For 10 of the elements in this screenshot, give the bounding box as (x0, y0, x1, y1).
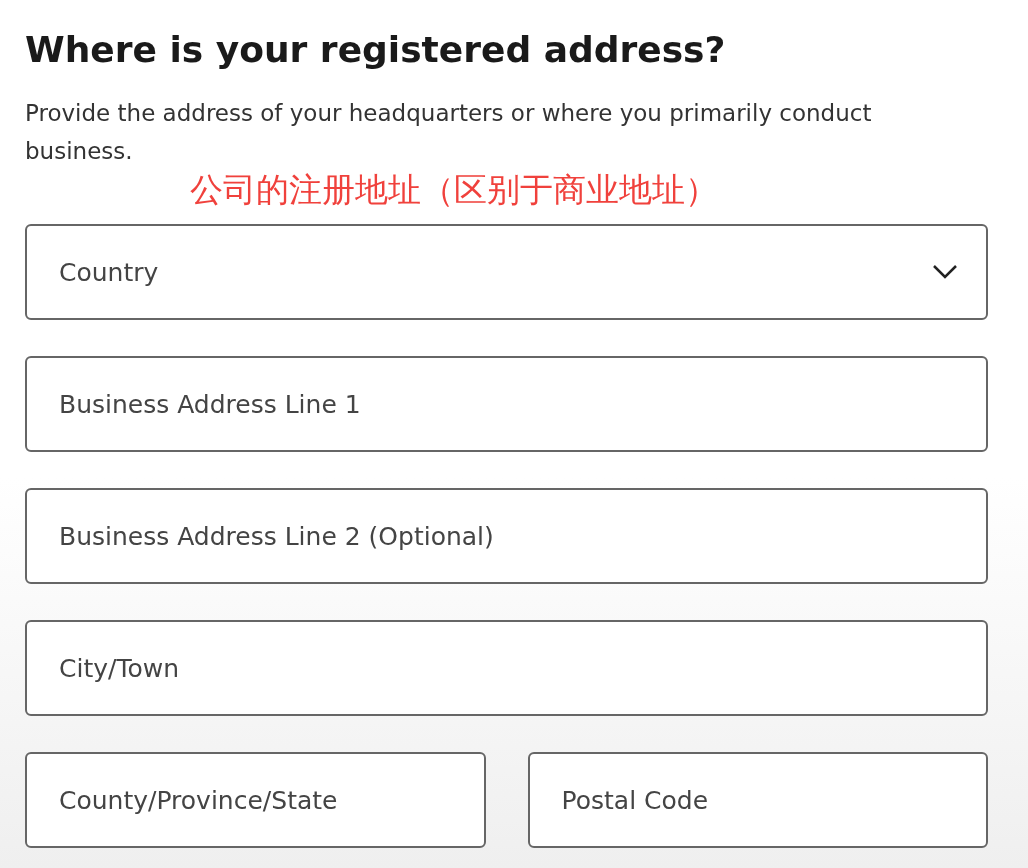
country-select[interactable]: Country (25, 224, 988, 320)
text-field[interactable]: Business Address Line 2 (Optional) (25, 488, 988, 584)
text-field[interactable]: Business Address Line 1 (25, 356, 988, 452)
text-field[interactable]: County/Province/State (25, 752, 486, 848)
text-field[interactable]: Postal Code (527, 752, 988, 848)
text-field[interactable]: City/Town (25, 620, 988, 716)
chevron-down-icon (932, 264, 958, 280)
annotation-text: 公司的注册地址（区别于商业地址） (190, 170, 718, 210)
page-heading: Where is your registered address? (25, 28, 727, 72)
description-text: Provide the address of your headquarters or where you primarily conduct business. (25, 99, 873, 166)
